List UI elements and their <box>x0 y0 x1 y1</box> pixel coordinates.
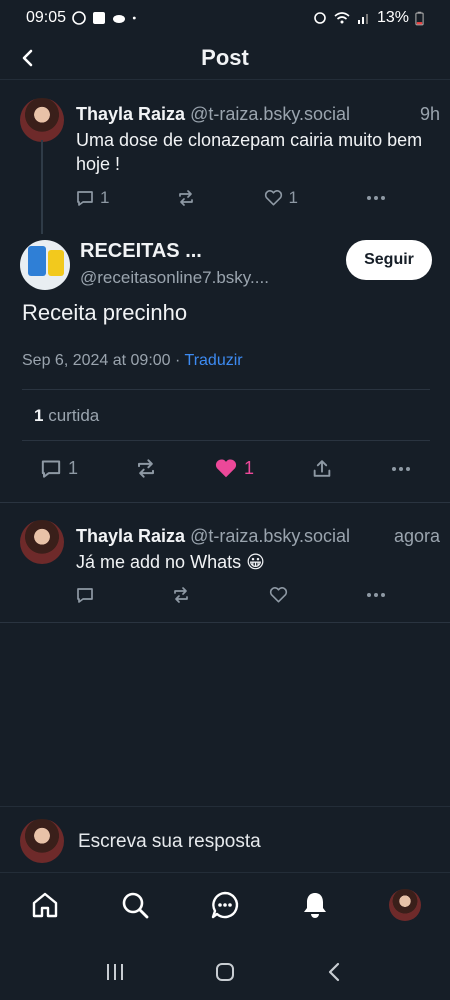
reply-composer[interactable]: Escreva sua resposta <box>0 806 450 872</box>
like-button[interactable]: 1 <box>264 188 298 208</box>
share-button[interactable] <box>311 458 333 479</box>
home-icon <box>32 892 58 917</box>
tab-profile[interactable] <box>383 883 427 927</box>
bottom-tab-bar <box>0 872 450 936</box>
comment-icon <box>41 460 61 478</box>
translate-link[interactable]: Traduzir <box>185 352 243 369</box>
avatar <box>20 819 64 863</box>
repost-icon <box>179 190 194 206</box>
cloud-icon <box>113 15 126 23</box>
reply-button[interactable] <box>76 586 94 604</box>
author-handle[interactable]: @t-raiza.bsky.social <box>190 104 350 124</box>
author-name[interactable]: Thayla Raiza <box>76 526 185 546</box>
like-button[interactable]: 1 <box>214 458 254 479</box>
meta-separator: · <box>175 352 181 369</box>
reply-button[interactable]: 1 <box>76 188 109 208</box>
reply-count: 1 <box>100 188 110 207</box>
like-count: 1 <box>243 458 254 478</box>
post-time: 9h <box>419 104 440 124</box>
more-button[interactable] <box>366 592 386 598</box>
dot-icon <box>132 16 136 20</box>
post-time: agora <box>393 526 440 546</box>
post-author-line: Thayla Raiza @t-raiza.bsky.social <box>76 526 350 547</box>
likes-summary[interactable]: 1 curtida <box>34 406 99 426</box>
more-icon <box>366 196 385 200</box>
system-nav-bar <box>0 944 450 1000</box>
search-icon <box>122 892 149 918</box>
tab-search[interactable] <box>113 883 157 927</box>
back-button[interactable] <box>14 44 42 72</box>
author-name[interactable]: Thayla Raiza <box>76 104 185 124</box>
divider <box>22 389 430 390</box>
heart-icon <box>269 587 287 603</box>
likes-label: curtida <box>48 406 100 425</box>
chat-icon <box>211 891 239 918</box>
heart-filled-icon <box>215 459 237 478</box>
repost-button[interactable] <box>172 586 190 604</box>
page-title: Post <box>201 44 249 70</box>
post-text: Uma dose de clonazepam cairia muito bem … <box>76 130 423 174</box>
repost-button[interactable] <box>177 189 195 207</box>
thread-line <box>41 140 43 234</box>
comment-icon <box>77 588 93 603</box>
repost-icon <box>174 587 189 603</box>
repost-button[interactable] <box>135 458 157 479</box>
bell-icon <box>304 892 326 918</box>
tab-notifications[interactable] <box>293 883 337 927</box>
avatar[interactable] <box>20 520 64 564</box>
post-author-line: Thayla Raiza @t-raiza.bsky.social <box>76 104 350 125</box>
gallery-icon <box>93 12 106 24</box>
divider <box>22 440 430 441</box>
more-icon <box>366 593 385 597</box>
top-bar: Post <box>0 36 450 80</box>
post-actions <box>76 586 386 604</box>
home-nav-button[interactable] <box>205 952 245 992</box>
chevron-left-icon <box>22 49 33 67</box>
post-actions: 1 1 <box>40 458 412 479</box>
tab-chat[interactable] <box>203 883 247 927</box>
home-square-icon <box>216 963 234 981</box>
battery-percent: 13% <box>376 9 409 26</box>
more-button[interactable] <box>390 466 412 472</box>
avatar <box>389 888 421 921</box>
author-handle[interactable]: @t-raiza.bsky.social <box>190 526 350 546</box>
like-button[interactable] <box>269 586 288 604</box>
tab-home[interactable] <box>23 883 67 927</box>
alarm-icon <box>314 12 326 24</box>
back-arrow-icon <box>328 962 340 982</box>
comment-icon <box>77 191 93 206</box>
recents-icon <box>107 964 123 980</box>
heart-icon <box>264 190 282 206</box>
follow-button[interactable]: Seguir <box>346 240 432 280</box>
composer-placeholder[interactable]: Escreva sua resposta <box>78 831 261 853</box>
recents-button[interactable] <box>95 952 135 992</box>
post-text: Já me add no Whats 😀 <box>76 552 265 572</box>
status-bar: 09:05 13% <box>0 0 450 36</box>
more-button[interactable] <box>366 195 386 201</box>
post-actions: 1 1 <box>76 188 386 208</box>
post-date: Sep 6, 2024 at 09:00 <box>22 352 171 369</box>
avatar[interactable] <box>20 98 64 142</box>
whatsapp-icon <box>72 11 86 25</box>
likes-total: 1 <box>34 406 44 425</box>
divider <box>0 502 450 503</box>
signal-icon <box>357 14 368 24</box>
divider <box>0 622 450 623</box>
battery-icon <box>415 11 424 25</box>
reply-button[interactable]: 1 <box>40 458 78 479</box>
more-icon <box>391 466 410 471</box>
reply-count: 1 <box>68 458 79 478</box>
avatar[interactable] <box>20 240 70 290</box>
like-count: 1 <box>288 188 298 207</box>
repost-icon <box>138 459 154 478</box>
share-icon <box>313 460 331 477</box>
wifi-icon <box>334 12 350 24</box>
status-time: 09:05 <box>26 9 67 26</box>
post-meta: Sep 6, 2024 at 09:00 · Traduzir <box>22 352 243 370</box>
back-nav-button[interactable] <box>315 952 355 992</box>
post-text: Receita precinho <box>22 300 188 325</box>
author-handle[interactable]: @receitasonline7.bsky.... <box>80 268 269 288</box>
author-name[interactable]: RECEITAS ... <box>80 240 202 263</box>
